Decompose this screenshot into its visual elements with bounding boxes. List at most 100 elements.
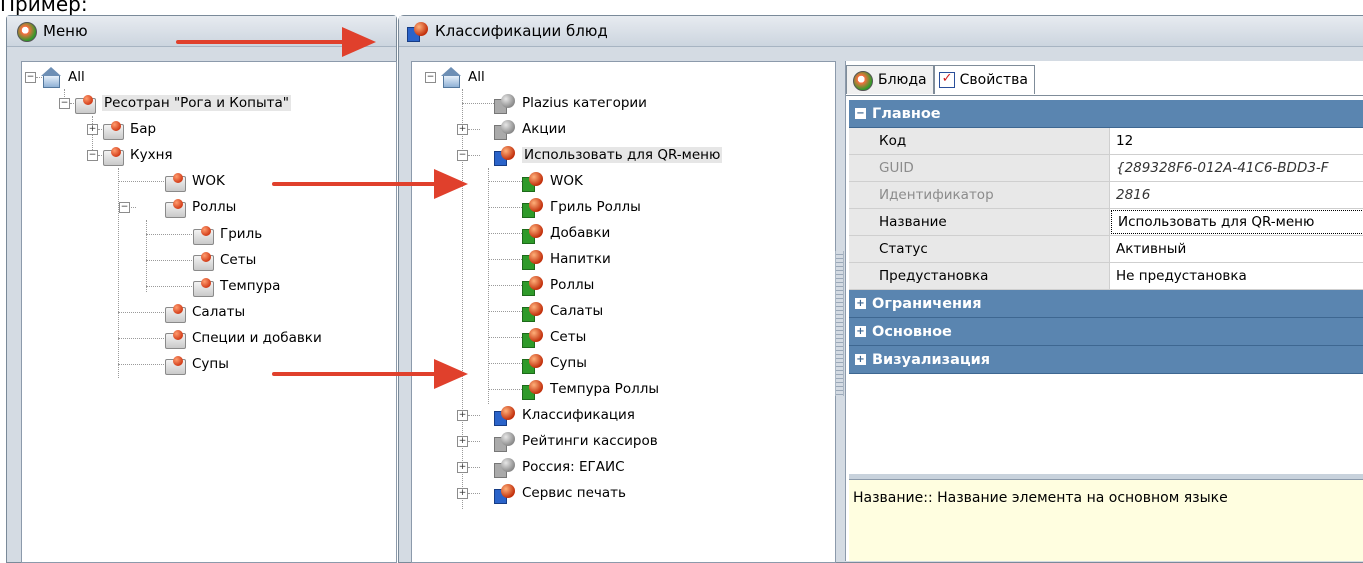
tree-item[interactable]: Салаты: [164, 299, 245, 325]
folder-icon: [164, 301, 186, 323]
folder-icon: [192, 223, 214, 245]
folder-icon: [164, 170, 186, 192]
folder-icon: [102, 118, 124, 140]
gray-ball-icon: [494, 456, 516, 478]
blue-ball-icon: [494, 144, 516, 166]
property-row[interactable]: GUID {289328F6-012A-41C6-BDD3-F: [849, 155, 1363, 182]
properties-area: Блюда ✓ Свойства − Главное Код 12 GUID {289…: [845, 61, 1363, 561]
tree-item[interactable]: Супы: [522, 350, 587, 376]
tree-item[interactable]: Роллы: [522, 272, 594, 298]
house-icon: [40, 66, 62, 88]
tree-item[interactable]: Акции: [494, 116, 566, 142]
menu-tree[interactable]: − − + − − All Ресотран "Рога и Копыта" Б…: [21, 61, 397, 563]
tree-item[interactable]: Темпура: [192, 273, 280, 299]
menu-panel-title: Меню: [43, 22, 88, 40]
tab-dishes[interactable]: Блюда: [846, 65, 934, 94]
green-ball-icon: [522, 170, 544, 192]
expander-cashier-ratings[interactable]: +: [457, 436, 468, 447]
category-visualization[interactable]: + Визуализация: [849, 346, 1363, 374]
green-ball-icon: [522, 352, 544, 374]
expander-print-service[interactable]: +: [457, 488, 468, 499]
classification-icon: [407, 20, 429, 42]
folder-icon: [164, 353, 186, 375]
expander-all[interactable]: −: [25, 72, 36, 83]
expander-classification[interactable]: +: [457, 410, 468, 421]
folder-icon: [164, 196, 186, 218]
folder-icon: [74, 92, 96, 114]
collapse-icon: −: [855, 108, 866, 119]
caption: Пример:: [0, 0, 88, 16]
tree-item[interactable]: Напитки: [522, 246, 611, 272]
tree-item[interactable]: Сеты: [522, 324, 586, 350]
classification-panel-title: Классификации блюд: [435, 22, 608, 40]
expander-egais[interactable]: +: [457, 462, 468, 473]
tree-item[interactable]: Ресотран "Рога и Копыта": [74, 90, 291, 116]
folder-icon: [102, 144, 124, 166]
property-row[interactable]: Идентификатор 2816: [849, 182, 1363, 209]
tree-item[interactable]: Рейтинги кассиров: [494, 428, 658, 454]
property-row[interactable]: Код 12: [849, 128, 1363, 155]
menu-panel: Меню − − + − − All Ресотран "Рога и Копы…: [6, 15, 397, 563]
tree-item[interactable]: Использовать для QR-меню: [494, 142, 723, 168]
expander-bar[interactable]: +: [87, 124, 98, 135]
green-ball-icon: [522, 326, 544, 348]
tree-item[interactable]: Салаты: [522, 298, 603, 324]
dish-icon: [851, 69, 873, 91]
property-row[interactable]: Статус Активный: [849, 236, 1363, 263]
classification-tree[interactable]: − + − + + + + All Plazius категории Акци…: [411, 61, 836, 563]
tree-item[interactable]: Бар: [102, 116, 156, 142]
category-main[interactable]: − Главное: [849, 100, 1363, 128]
gray-ball-icon: [494, 92, 516, 114]
expand-icon: +: [855, 326, 866, 337]
panel-splitter[interactable]: [835, 251, 844, 396]
expand-icon: +: [855, 354, 866, 365]
tree-item[interactable]: WOK: [522, 168, 583, 194]
folder-icon: [192, 275, 214, 297]
gray-ball-icon: [494, 430, 516, 452]
folder-icon: [192, 249, 214, 271]
property-grid: − Главное Код 12 GUID {289328F6-012A-41C6-B…: [849, 100, 1363, 374]
tree-item[interactable]: Сервис печать: [494, 480, 626, 506]
tree-item[interactable]: Гриль Роллы: [522, 194, 641, 220]
expander-kitchen[interactable]: −: [87, 150, 98, 161]
tree-item[interactable]: Сеты: [192, 247, 256, 273]
expander-restaurant[interactable]: −: [59, 98, 70, 109]
tree-item[interactable]: Специи и добавки: [164, 325, 322, 351]
house-icon: [440, 66, 462, 88]
tree-item[interactable]: Россия: ЕГАИС: [494, 454, 625, 480]
green-ball-icon: [522, 378, 544, 400]
expand-icon: +: [855, 298, 866, 309]
tree-item[interactable]: Темпура Роллы: [522, 376, 659, 402]
name-value-field[interactable]: Использовать для QR-меню: [1111, 210, 1363, 234]
menu-icon: [15, 20, 37, 42]
property-row[interactable]: Предустановка Не предустановка: [849, 263, 1363, 290]
expander-promotions[interactable]: +: [457, 124, 468, 135]
property-description: Название:: Название элемента на основном…: [849, 479, 1363, 561]
tree-item[interactable]: All: [440, 64, 485, 90]
folder-icon: [164, 327, 186, 349]
category-basic[interactable]: + Основное: [849, 318, 1363, 346]
tree-item[interactable]: Добавки: [522, 220, 610, 246]
tree-item[interactable]: Гриль: [192, 221, 262, 247]
tree-item[interactable]: Классификация: [494, 402, 635, 428]
tree-item[interactable]: Кухня: [102, 142, 173, 168]
tree-item[interactable]: Plazius категории: [494, 90, 647, 116]
expander-all[interactable]: −: [425, 72, 436, 83]
tree-item[interactable]: Роллы: [164, 194, 236, 220]
expander-qr-menu[interactable]: −: [457, 150, 468, 161]
blue-ball-icon: [494, 482, 516, 504]
tree-item[interactable]: WOK: [164, 168, 225, 194]
green-ball-icon: [522, 222, 544, 244]
gray-ball-icon: [494, 118, 516, 140]
green-ball-icon: [522, 248, 544, 270]
classification-panel-header: Классификации блюд: [399, 16, 1363, 47]
tab-properties[interactable]: ✓ Свойства: [933, 65, 1035, 94]
blue-ball-icon: [494, 404, 516, 426]
category-restrictions[interactable]: + Ограничения: [849, 290, 1363, 318]
properties-icon: ✓: [938, 71, 955, 88]
tree-item[interactable]: Супы: [164, 351, 229, 377]
tree-item[interactable]: All: [40, 64, 85, 90]
property-row[interactable]: Название Использовать для QR-меню: [849, 209, 1363, 236]
expander-rolls[interactable]: −: [119, 202, 130, 213]
classification-panel: Классификации блюд − + − + + + + All Pla…: [398, 15, 1363, 563]
